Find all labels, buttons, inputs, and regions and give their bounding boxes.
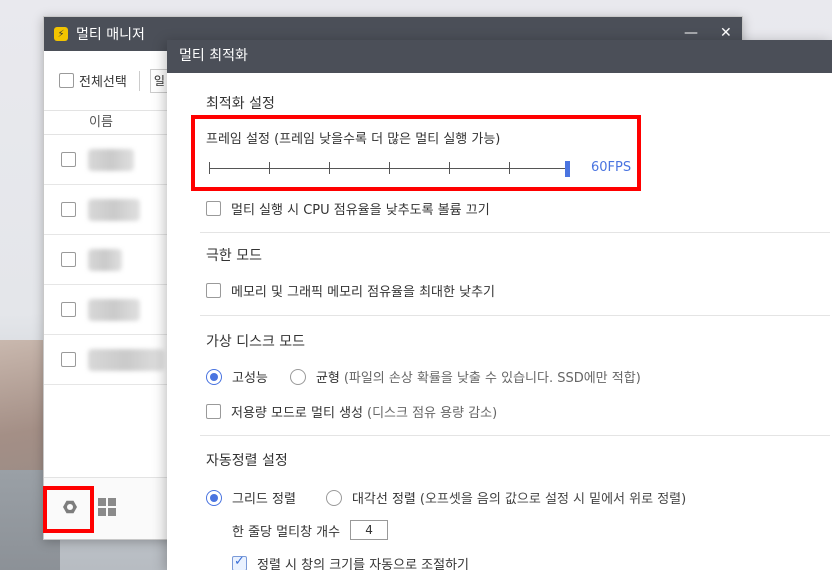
grid-arrange-label: 그리드 정렬 (232, 492, 296, 507)
diagonal-arrange-label: 대각선 정렬 (351, 492, 416, 507)
section-title-extreme: 극한 모드 (206, 248, 262, 264)
frame-setting-highlight-box (191, 115, 641, 191)
divider (200, 435, 830, 436)
cpu-volume-checkbox[interactable] (206, 201, 221, 216)
balanced-label: 균형 (315, 371, 340, 386)
auto-resize-checkbox[interactable] (232, 554, 247, 570)
instance-checkbox[interactable] (61, 302, 76, 317)
app-logo-icon: ⚡ (54, 27, 68, 41)
arrange-options: 그리드 정렬 대각선 정렬 (오프셋을 음의 값으로 설정 시 밑에서 위로 정… (206, 488, 686, 507)
virtual-disk-options: 고성능 균형 (파일의 손상 확률을 낮출 수 있습니다. SSD에만 적합) (206, 367, 641, 386)
toolbar-divider (138, 70, 140, 91)
per-row-input[interactable]: 4 (350, 520, 389, 540)
divider (200, 315, 830, 316)
auto-resize-option[interactable]: 정렬 시 창의 크기를 자동으로 조절하기 (232, 554, 469, 570)
instance-checkbox[interactable] (61, 152, 76, 167)
section-title-virtual-disk: 가상 디스크 모드 (206, 334, 306, 350)
multi-manager-title: 멀티 매니저 (76, 27, 145, 43)
memory-option[interactable]: 메모리 및 그래픽 메모리 점유율을 최대한 낮추기 (206, 281, 495, 300)
settings-highlight-box (43, 486, 94, 533)
low-capacity-label: 저용량 모드로 멀티 생성 (231, 406, 363, 421)
minimize-icon[interactable]: — (684, 25, 698, 41)
low-capacity-checkbox[interactable] (206, 404, 221, 419)
instance-name-blurred (88, 198, 140, 221)
optimization-dialog: 멀티 최적화 최적화 설정 프레임 설정 (프레임 낮을수록 더 많은 멀티 실… (167, 40, 832, 570)
memory-label: 메모리 및 그래픽 메모리 점유율을 최대한 낮추기 (231, 285, 495, 300)
close-icon[interactable]: ✕ (720, 25, 732, 41)
grid-icon[interactable] (98, 498, 116, 516)
high-performance-label: 고성능 (232, 371, 268, 386)
low-capacity-option[interactable]: 저용량 모드로 멀티 생성 (디스크 점유 용량 감소) (206, 402, 497, 421)
instance-name-blurred (88, 348, 164, 371)
instance-checkbox[interactable] (61, 352, 76, 367)
memory-checkbox[interactable] (206, 283, 221, 298)
high-performance-radio[interactable] (206, 368, 222, 385)
instance-name-blurred (88, 148, 134, 171)
grid-arrange-radio[interactable] (206, 489, 222, 506)
instance-name-blurred (88, 298, 140, 321)
divider (200, 232, 830, 233)
instance-checkbox[interactable] (61, 252, 76, 267)
instance-name-blurred (88, 248, 122, 271)
instance-checkbox[interactable] (61, 202, 76, 217)
optimization-titlebar: 멀티 최적화 (167, 40, 832, 73)
balanced-radio[interactable] (289, 368, 306, 385)
select-all-checkbox[interactable] (59, 73, 74, 88)
balanced-note: (파일의 손상 확률을 낮출 수 있습니다. SSD에만 적합) (343, 371, 641, 386)
section-title-optimize: 최적화 설정 (206, 96, 275, 112)
auto-resize-label: 정렬 시 창의 크기를 자동으로 조절하기 (257, 558, 470, 570)
diagonal-note: (오프셋을 음의 값으로 설정 시 밑에서 위로 정렬) (419, 492, 687, 507)
diagonal-arrange-radio[interactable] (325, 489, 342, 506)
cpu-volume-label: 멀티 실행 시 CPU 점유율을 낮추도록 볼륨 끄기 (231, 203, 490, 218)
per-row-setting: 한 줄당 멀티창 개수 4 (232, 520, 389, 540)
low-capacity-note: (디스크 점유 용량 감소) (367, 406, 498, 421)
section-title-auto-arrange: 자동정렬 설정 (206, 453, 288, 469)
per-row-label: 한 줄당 멀티창 개수 (232, 524, 341, 540)
cpu-volume-option[interactable]: 멀티 실행 시 CPU 점유율을 낮추도록 볼륨 끄기 (206, 199, 490, 218)
select-all-label: 전체선택 (79, 75, 127, 90)
